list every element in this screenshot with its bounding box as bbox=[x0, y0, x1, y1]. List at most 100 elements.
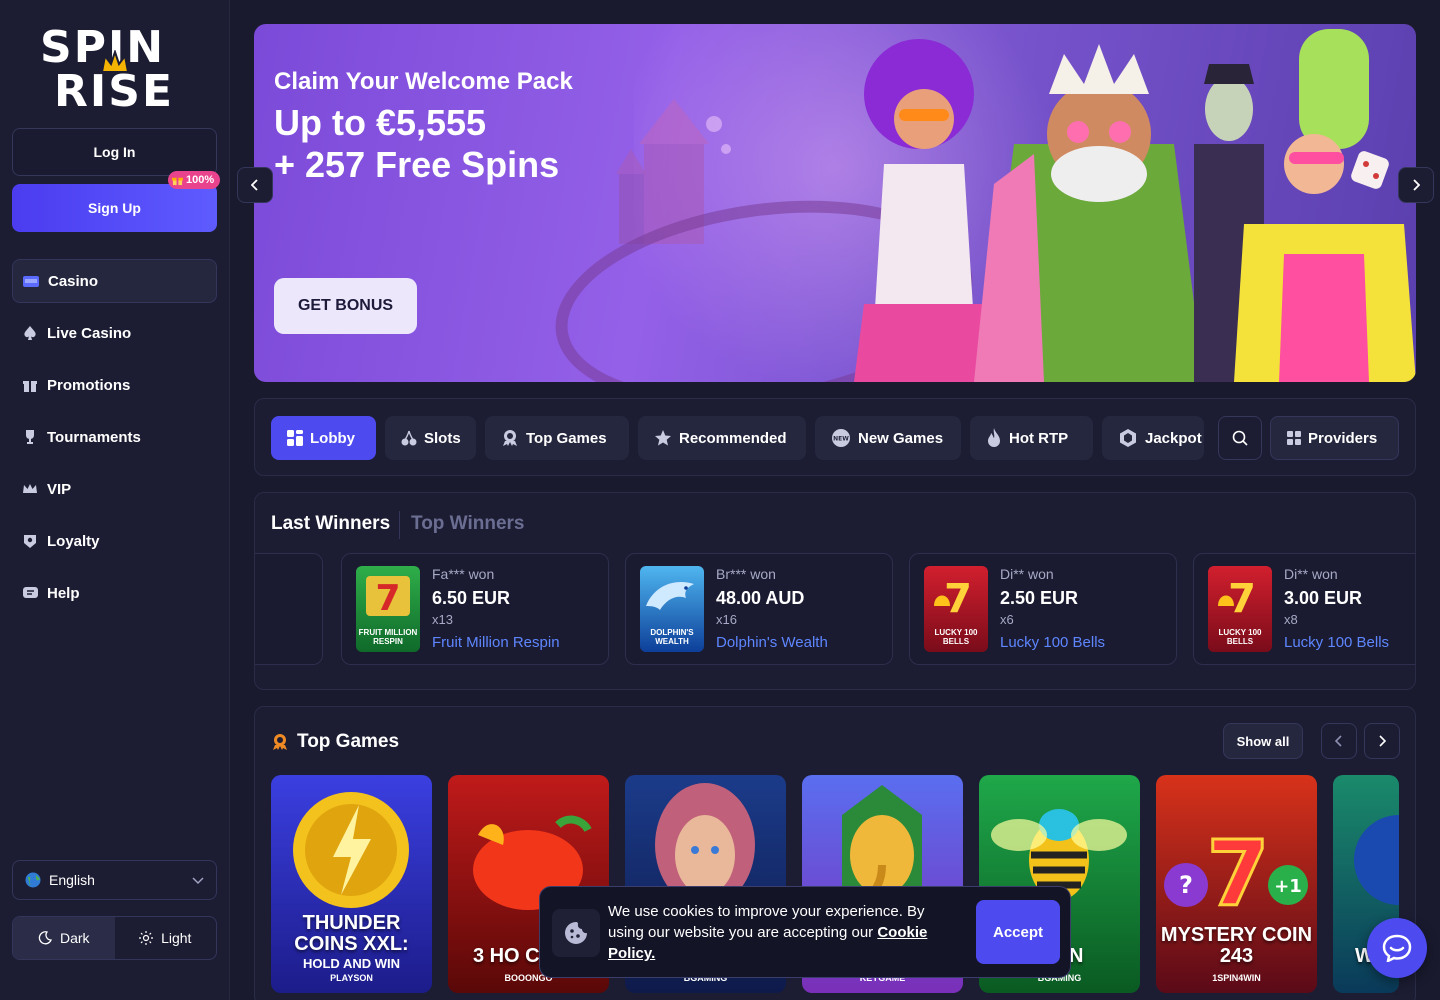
tab-providers[interactable]: Providers bbox=[1270, 416, 1399, 460]
dolphin-icon bbox=[646, 582, 694, 610]
sidebar-item-vip[interactable]: VIP bbox=[12, 467, 217, 511]
winner-card-partial[interactable] bbox=[255, 553, 323, 665]
sidebar-item-label: Live Casino bbox=[47, 324, 132, 342]
brand-logo[interactable]: SPIN RISE bbox=[38, 22, 193, 117]
banner-prev-button[interactable] bbox=[237, 167, 273, 203]
tab-lobby[interactable]: Lobby bbox=[271, 416, 376, 460]
svg-text:7: 7 bbox=[1207, 822, 1270, 925]
theme-dark-label: Dark bbox=[59, 930, 90, 946]
spade-icon bbox=[22, 325, 38, 341]
tab-hot-rtp[interactable]: Hot RTP bbox=[970, 416, 1093, 460]
sun-icon bbox=[139, 931, 154, 945]
medal-icon bbox=[271, 733, 289, 756]
theme-light-label: Light bbox=[161, 930, 192, 946]
winner-amount: 2.50 EUR bbox=[1000, 588, 1079, 608]
language-select[interactable]: English bbox=[12, 860, 217, 900]
sidebar-item-label: Tournaments bbox=[47, 428, 141, 446]
winner-game-link[interactable]: Lucky 100 Bells bbox=[1000, 634, 1105, 651]
sidebar-item-live-casino[interactable]: Live Casino bbox=[12, 311, 217, 355]
accept-cookies-button[interactable]: Accept bbox=[976, 900, 1060, 964]
winner-multiplier: x16 bbox=[716, 612, 737, 627]
theme-light-button[interactable]: Light bbox=[115, 917, 217, 959]
tab-jackpot[interactable]: Jackpot bbox=[1102, 416, 1204, 460]
signup-button[interactable]: Sign Up bbox=[12, 184, 217, 232]
winner-name: Di** won bbox=[1000, 566, 1054, 582]
tab-label: Lobby bbox=[310, 429, 355, 447]
badge-icon bbox=[22, 533, 38, 549]
banner-subtitle: Claim Your Welcome Pack bbox=[274, 68, 573, 95]
chevron-left-icon bbox=[251, 179, 258, 191]
banner-title-line2: + 257 Free Spins bbox=[274, 144, 560, 185]
thumbnail-label: FRUIT MILLION RESPIN bbox=[358, 628, 418, 646]
tab-last-winners[interactable]: Last Winners bbox=[271, 513, 390, 535]
winner-card[interactable]: DOLPHIN'S WEALTH Br*** won 48.00 AUD x16… bbox=[625, 553, 893, 665]
winner-name: Br*** won bbox=[716, 566, 776, 582]
crown-icon bbox=[22, 481, 38, 497]
star-icon bbox=[654, 429, 672, 447]
tab-top-games[interactable]: Top Games bbox=[485, 416, 629, 460]
tab-recommended[interactable]: Recommended bbox=[638, 416, 806, 460]
sidebar-item-label: Loyalty bbox=[47, 532, 100, 550]
tab-label: Jackpot bbox=[1145, 429, 1202, 447]
game-thumbnail: 7 LUCKY 100 BELLS bbox=[1208, 566, 1272, 652]
game-subtitle: HOLD AND WIN bbox=[302, 956, 400, 971]
gift-icon bbox=[22, 377, 38, 393]
sidebar-item-promotions[interactable]: Promotions bbox=[12, 363, 217, 407]
welcome-banner: Claim Your Welcome Pack Up to €5,555 + 2… bbox=[254, 24, 1416, 382]
sidebar-item-label: Casino bbox=[48, 272, 99, 290]
login-button[interactable]: Log In bbox=[12, 128, 217, 176]
lightning-coin-icon bbox=[293, 792, 409, 908]
svg-text:?: ? bbox=[1179, 871, 1193, 899]
tab-top-winners[interactable]: Top Winners bbox=[411, 513, 524, 535]
winner-card[interactable]: 7 LUCKY 100 BELLS Di** won 2.50 EUR x6 L… bbox=[909, 553, 1177, 665]
live-chat-button[interactable] bbox=[1367, 918, 1427, 978]
sidebar-item-tournaments[interactable]: Tournaments bbox=[12, 415, 217, 459]
banner-title-line1: Up to €5,555 bbox=[274, 102, 487, 143]
tab-slots[interactable]: Slots bbox=[385, 416, 476, 460]
sidebar: SPIN RISE Log In Sign Up 100% Casino Liv… bbox=[0, 0, 230, 1000]
winner-game-link[interactable]: Lucky 100 Bells bbox=[1284, 634, 1389, 651]
game-thumbnail: DOLPHIN'S WEALTH bbox=[640, 566, 704, 652]
bell-seven-icon: 7 bbox=[934, 576, 972, 622]
sidebar-item-casino[interactable]: Casino bbox=[12, 259, 217, 303]
bell-seven-icon: 7 bbox=[1218, 576, 1256, 622]
sidebar-item-label: VIP bbox=[47, 480, 72, 498]
winner-multiplier: x6 bbox=[1000, 612, 1014, 627]
theme-dark-button[interactable]: Dark bbox=[13, 917, 115, 959]
chevron-right-icon bbox=[1379, 735, 1386, 747]
sidebar-nav: Casino Live Casino Promotions Tournament… bbox=[12, 259, 217, 623]
winner-game-link[interactable]: Fruit Million Respin bbox=[432, 634, 560, 651]
sidebar-item-loyalty[interactable]: Loyalty bbox=[12, 519, 217, 563]
winner-multiplier: x8 bbox=[1284, 612, 1298, 627]
game-provider: 1SPIN4WIN bbox=[1212, 973, 1261, 983]
app-root: SPIN RISE Log In Sign Up 100% Casino Liv… bbox=[0, 0, 1440, 1000]
tab-label: New Games bbox=[858, 429, 944, 447]
winner-amount: 6.50 EUR bbox=[432, 588, 511, 608]
chevron-down-icon bbox=[192, 872, 204, 888]
banner-next-button[interactable] bbox=[1398, 167, 1434, 203]
games-next-button[interactable] bbox=[1364, 723, 1400, 759]
sidebar-item-label: Help bbox=[47, 584, 80, 602]
get-bonus-button[interactable]: GET BONUS bbox=[274, 278, 417, 334]
casino-icon bbox=[23, 273, 39, 289]
game-title: MYSTERY COIN 243 bbox=[1160, 924, 1313, 967]
trophy-icon bbox=[22, 429, 38, 445]
winner-game-link[interactable]: Dolphin's Wealth bbox=[716, 634, 828, 651]
tab-label: Providers bbox=[1308, 429, 1378, 447]
svg-text:7: 7 bbox=[375, 578, 400, 619]
winners-tab-divider bbox=[399, 511, 400, 539]
sidebar-item-label: Promotions bbox=[47, 376, 131, 394]
games-prev-button[interactable] bbox=[1321, 723, 1357, 759]
search-button[interactable] bbox=[1218, 416, 1262, 460]
game-card[interactable]: THUNDER COINS XXL: HOLD AND WIN PLAYSON bbox=[271, 775, 432, 993]
game-thumbnail: 7 LUCKY 100 BELLS bbox=[924, 566, 988, 652]
tab-new-games[interactable]: NEW New Games bbox=[815, 416, 961, 460]
show-all-button[interactable]: Show all bbox=[1223, 723, 1303, 759]
winner-card[interactable]: 7 LUCKY 100 BELLS Di** won 3.00 EUR x8 L… bbox=[1193, 553, 1415, 665]
mystery-seven-icon: ? 7 +1 bbox=[1164, 821, 1308, 929]
sidebar-item-help[interactable]: Help bbox=[12, 571, 217, 615]
winner-card[interactable]: 7 FRUIT MILLION RESPIN Fa*** won 6.50 EU… bbox=[341, 553, 609, 665]
grid-icon bbox=[287, 430, 303, 446]
game-card[interactable]: ? 7 +1 MYSTERY COIN 243 1SPIN4WIN bbox=[1156, 775, 1317, 993]
crown-logo-icon bbox=[100, 50, 130, 73]
